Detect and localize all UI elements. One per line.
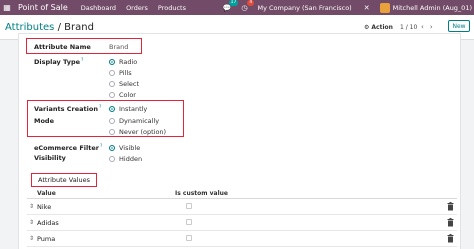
display-type-label: Display Type? bbox=[34, 58, 84, 67]
navbar-right: 💬 17 ◷ 4 My Company (San Francisco) ✕ Mitc… bbox=[223, 0, 474, 15]
trash-icon[interactable] bbox=[447, 234, 454, 243]
breadcrumb-attributes[interactable]: Attributes bbox=[5, 22, 54, 33]
ecommerce-filter-label-line1: eCommerce Filter? bbox=[34, 144, 103, 153]
chevron-right-icon[interactable]: › bbox=[430, 23, 433, 31]
form-sheet: Attribute Name Brand Display Type? Radio… bbox=[18, 33, 461, 249]
display-type-pills[interactable]: Pills bbox=[109, 69, 132, 77]
radio-icon bbox=[109, 59, 115, 65]
gear-icon: ⚙ bbox=[364, 24, 370, 31]
top-navbar: ▦ Point of Sale Dashboard Orders Product… bbox=[0, 0, 474, 15]
app-name[interactable]: Point of Sale bbox=[18, 3, 68, 12]
is-custom-checkbox[interactable] bbox=[186, 203, 192, 209]
user-menu[interactable]: Mitchell Admin (Aug_01) bbox=[393, 4, 472, 12]
is-custom-checkbox[interactable] bbox=[186, 219, 192, 225]
is-custom-checkbox[interactable] bbox=[186, 235, 192, 241]
activity-badge: 4 bbox=[247, 0, 255, 6]
radio-icon bbox=[109, 92, 115, 98]
radio-icon bbox=[109, 156, 115, 162]
chat-icon[interactable]: 💬 17 bbox=[223, 0, 239, 12]
chevron-left-icon[interactable]: ‹ bbox=[421, 23, 424, 31]
column-header-is-custom[interactable]: Is custom value bbox=[175, 190, 228, 197]
table-row[interactable]: ⇕ Puma bbox=[27, 231, 457, 247]
drag-handle-icon[interactable]: ⇕ bbox=[29, 203, 34, 210]
menu-products[interactable]: Products bbox=[158, 4, 186, 12]
row-value: Adidas bbox=[37, 219, 59, 227]
pager-arrows: ‹ › bbox=[421, 23, 433, 31]
apps-grid-icon[interactable]: ▦ bbox=[0, 3, 14, 12]
ecommerce-hidden[interactable]: Hidden bbox=[109, 155, 142, 163]
highlight-attribute-values-tab bbox=[31, 173, 97, 187]
highlight-variants-mode bbox=[27, 100, 184, 137]
action-label: Action bbox=[371, 24, 393, 31]
column-header-value[interactable]: Value bbox=[37, 190, 56, 197]
ecommerce-filter-label-line2: Visibility bbox=[34, 154, 66, 162]
row-value: Nike bbox=[37, 203, 52, 211]
highlight-attribute-name bbox=[26, 38, 142, 54]
breadcrumb-separator: / bbox=[57, 22, 61, 33]
radio-icon bbox=[109, 70, 115, 76]
debug-tools-icon[interactable]: ✕ bbox=[364, 4, 370, 12]
pager-value[interactable]: 1 / 10 bbox=[400, 24, 417, 31]
messages-badge: 17 bbox=[228, 0, 239, 6]
drag-handle-icon[interactable]: ⇕ bbox=[29, 219, 34, 226]
radio-icon bbox=[109, 145, 115, 151]
help-icon[interactable]: ? bbox=[100, 144, 102, 149]
clock-icon[interactable]: ◷ 4 bbox=[241, 0, 255, 12]
avatar[interactable] bbox=[379, 2, 390, 13]
company-switcher[interactable]: My Company (San Francisco) bbox=[257, 4, 351, 12]
display-type-radio[interactable]: Radio bbox=[109, 58, 137, 66]
table-row[interactable]: ⇕ Adidas bbox=[27, 215, 457, 231]
display-type-color[interactable]: Color bbox=[109, 91, 136, 99]
drag-handle-icon[interactable]: ⇕ bbox=[29, 235, 34, 242]
breadcrumb: Attributes / Brand bbox=[5, 22, 94, 33]
table-row[interactable]: ⇕ Nike bbox=[27, 199, 457, 215]
display-type-select[interactable]: Select bbox=[109, 80, 139, 88]
trash-icon[interactable] bbox=[447, 202, 454, 211]
trash-icon[interactable] bbox=[447, 218, 454, 227]
action-button[interactable]: ⚙ Action bbox=[364, 24, 393, 31]
ecommerce-visible[interactable]: Visible bbox=[109, 144, 140, 152]
breadcrumb-current: Brand bbox=[64, 22, 94, 33]
new-button[interactable]: New bbox=[448, 20, 470, 32]
radio-icon bbox=[109, 81, 115, 87]
row-value: Puma bbox=[37, 235, 56, 243]
menu-orders[interactable]: Orders bbox=[126, 4, 148, 12]
help-icon[interactable]: ? bbox=[81, 58, 83, 63]
menu-dashboard[interactable]: Dashboard bbox=[81, 4, 116, 12]
